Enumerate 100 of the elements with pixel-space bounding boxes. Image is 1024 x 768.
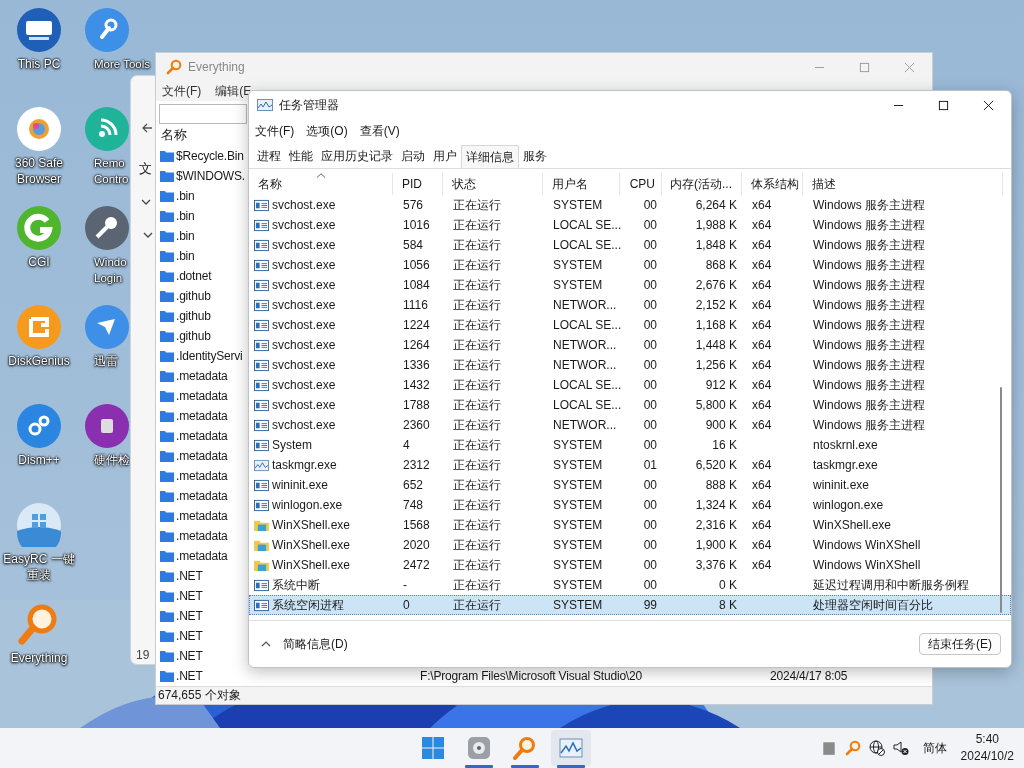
- file-name[interactable]: .NET: [176, 609, 203, 623]
- file-name[interactable]: .NET: [176, 629, 203, 643]
- process-row[interactable]: winlogon.exe 748 正在运行 SYSTEM 00 1,324 K x64 winlogon.exe: [249, 495, 1011, 515]
- process-row[interactable]: taskmgr.exe 2312 正在运行 SYSTEM 01 6,520 K x64 taskmgr.exe: [249, 455, 1011, 475]
- tools-icon[interactable]: [85, 8, 129, 52]
- back-arrow-icon[interactable]: [141, 122, 153, 134]
- file-name[interactable]: .metadata: [176, 449, 228, 463]
- process-row[interactable]: svchost.exe 1788 正在运行 LOCAL SE... 00 5,800 K x64 Windows 服务主进程: [249, 395, 1011, 415]
- file-name[interactable]: .NET: [176, 669, 203, 683]
- chevron-down-icon[interactable]: [143, 232, 153, 238]
- file-name[interactable]: .metadata: [176, 489, 228, 503]
- file-name[interactable]: .dotnet: [176, 269, 212, 283]
- file-name[interactable]: .metadata: [176, 389, 228, 403]
- process-row[interactable]: svchost.exe 1432 正在运行 LOCAL SE... 00 912 K x64 Windows 服务主进程: [249, 375, 1011, 395]
- process-row[interactable]: WinXShell.exe 1568 正在运行 SYSTEM 00 2,316 K x64 WinXShell.exe: [249, 515, 1011, 535]
- chart-window-icon: [254, 458, 269, 472]
- column-header[interactable]: 体系结构: [742, 173, 803, 195]
- tab[interactable]: 启动: [397, 145, 429, 168]
- scrollbar-thumb[interactable]: [1000, 387, 1002, 613]
- column-header[interactable]: CPU: [620, 173, 662, 195]
- tab[interactable]: 服务: [519, 145, 551, 168]
- file-name[interactable]: .metadata: [176, 409, 228, 423]
- process-row[interactable]: System 4 正在运行 SYSTEM 00 16 K ntoskrnl.exe: [249, 435, 1011, 455]
- process-row[interactable]: svchost.exe 1016 正在运行 LOCAL SE... 00 1,988 K x64 Windows 服务主进程: [249, 215, 1011, 235]
- tab-label[interactable]: 文: [139, 160, 152, 178]
- file-name[interactable]: .NET: [176, 589, 203, 603]
- selected-row[interactable]: 系统空闲进程 0 正在运行 SYSTEM 99 8 K 处理器空闲时间百分比: [249, 595, 1011, 615]
- process-row[interactable]: svchost.exe 584 正在运行 LOCAL SE... 00 1,848 K x64 Windows 服务主进程: [249, 235, 1011, 255]
- pid-cell-text: 4: [402, 438, 411, 452]
- column-header[interactable]: PID: [393, 173, 443, 195]
- maximize-icon[interactable]: [938, 99, 949, 111]
- file-name[interactable]: .bin: [176, 209, 195, 223]
- tab[interactable]: 性能: [285, 145, 317, 168]
- key-icon[interactable]: [85, 206, 129, 250]
- process-name: svchost.exe: [272, 298, 336, 312]
- menu-item[interactable]: 文件(F): [162, 82, 202, 100]
- user-cell-text: NETWOR...: [552, 338, 618, 352]
- column-header[interactable]: 用户名: [543, 173, 620, 195]
- pid-cell-text: 1056: [402, 258, 431, 272]
- folder-icon: [160, 430, 174, 442]
- file-name[interactable]: .NET: [176, 569, 203, 583]
- close-icon[interactable]: [983, 99, 994, 111]
- process-row[interactable]: svchost.exe 1056 正在运行 SYSTEM 00 868 K x64 Windows 服务主进程: [249, 255, 1011, 275]
- end-task-button[interactable]: 结束任务(E): [919, 633, 1001, 655]
- architecture-cell: x64: [752, 278, 772, 292]
- clock-date[interactable]: 2024/10/2: [960, 748, 1014, 765]
- file-name[interactable]: .github: [176, 329, 211, 343]
- column-header[interactable]: 内存(活动...: [662, 173, 742, 195]
- process-row[interactable]: WinXShell.exe 2020 正在运行 SYSTEM 00 1,900 K x64 Windows WinXShell: [249, 535, 1011, 555]
- file-name[interactable]: .metadata: [176, 509, 228, 523]
- file-name[interactable]: $Recycle.Bin: [176, 149, 244, 163]
- taskbar-app[interactable]: [551, 730, 591, 766]
- status-cell-text: 正在运行: [452, 216, 502, 234]
- process-row[interactable]: wininit.exe 652 正在运行 SYSTEM 00 888 K x64 wininit.exe: [249, 475, 1011, 495]
- process-row[interactable]: svchost.exe 1264 正在运行 NETWOR... 00 1,448 K x64 Windows 服务主进程: [249, 335, 1011, 355]
- column-header[interactable]: 描述: [803, 173, 1003, 195]
- folder-icon: [160, 410, 174, 422]
- menu-item[interactable]: 查看(V): [359, 122, 400, 140]
- network-globe-icon[interactable]: [868, 740, 885, 756]
- tab[interactable]: 用户: [429, 145, 461, 168]
- details-toggle-link[interactable]: 简略信息(D): [283, 635, 348, 653]
- file-name[interactable]: .github: [176, 309, 211, 323]
- tab[interactable]: 应用历史记录: [317, 145, 397, 168]
- file-name[interactable]: .bin: [176, 189, 195, 203]
- file-name[interactable]: .bin: [176, 229, 195, 243]
- process-row[interactable]: 系统中断 - 正在运行 SYSTEM 00 0 K 延迟过程调用和中断服务例程: [249, 575, 1011, 595]
- chevron-up-icon[interactable]: [261, 641, 271, 647]
- process-row[interactable]: svchost.exe 1084 正在运行 SYSTEM 00 2,676 K x64 Windows 服务主进程: [249, 275, 1011, 295]
- chevron-down-icon[interactable]: [141, 199, 151, 205]
- file-name[interactable]: .metadata: [176, 369, 228, 383]
- folder-icon: [160, 670, 174, 682]
- column-header[interactable]: 状态: [443, 173, 543, 195]
- file-name[interactable]: .metadata: [176, 429, 228, 443]
- clock-time[interactable]: 5:40: [975, 731, 999, 748]
- file-name[interactable]: .metadata: [176, 469, 228, 483]
- column-header[interactable]: 名称: [161, 126, 187, 144]
- file-name[interactable]: .IdentityServi: [176, 349, 243, 363]
- process-row[interactable]: svchost.exe 576 正在运行 SYSTEM 00 6,264 K x64 Windows 服务主进程: [249, 195, 1011, 215]
- magnifier-icon[interactable]: [844, 740, 861, 756]
- tab[interactable]: 进程: [253, 145, 285, 168]
- file-name[interactable]: .metadata: [176, 549, 228, 563]
- cpu-cell-text: 00: [642, 258, 658, 272]
- input-method-indicator[interactable]: 简体: [922, 739, 947, 757]
- process-row[interactable]: svchost.exe 1336 正在运行 NETWOR... 00 1,256 K x64 Windows 服务主进程: [249, 355, 1011, 375]
- file-name[interactable]: .metadata: [176, 529, 228, 543]
- process-row[interactable]: svchost.exe 1116 正在运行 NETWOR... 00 2,152 K x64 Windows 服务主进程: [249, 295, 1011, 315]
- column-header[interactable]: 名称: [249, 173, 393, 195]
- menu-item[interactable]: 文件(F): [255, 122, 295, 140]
- muted-speaker-icon[interactable]: [892, 740, 909, 756]
- process-row[interactable]: svchost.exe 2360 正在运行 NETWOR... 00 900 K x64 Windows 服务主进程: [249, 415, 1011, 435]
- tab[interactable]: 详细信息: [461, 145, 519, 168]
- file-name[interactable]: .bin: [176, 249, 195, 263]
- search-field[interactable]: [159, 104, 247, 124]
- cpu-cell-text: 00: [642, 298, 658, 312]
- menu-item[interactable]: 选项(O): [306, 122, 348, 140]
- process-row[interactable]: WinXShell.exe 2472 正在运行 SYSTEM 00 3,376 K x64 Windows WinXShell: [249, 555, 1011, 575]
- file-name[interactable]: .github: [176, 289, 211, 303]
- file-name[interactable]: $WINDOWS.: [176, 169, 245, 183]
- file-name[interactable]: .NET: [176, 649, 203, 663]
- process-row[interactable]: svchost.exe 1224 正在运行 LOCAL SE... 00 1,168 K x64 Windows 服务主进程: [249, 315, 1011, 335]
